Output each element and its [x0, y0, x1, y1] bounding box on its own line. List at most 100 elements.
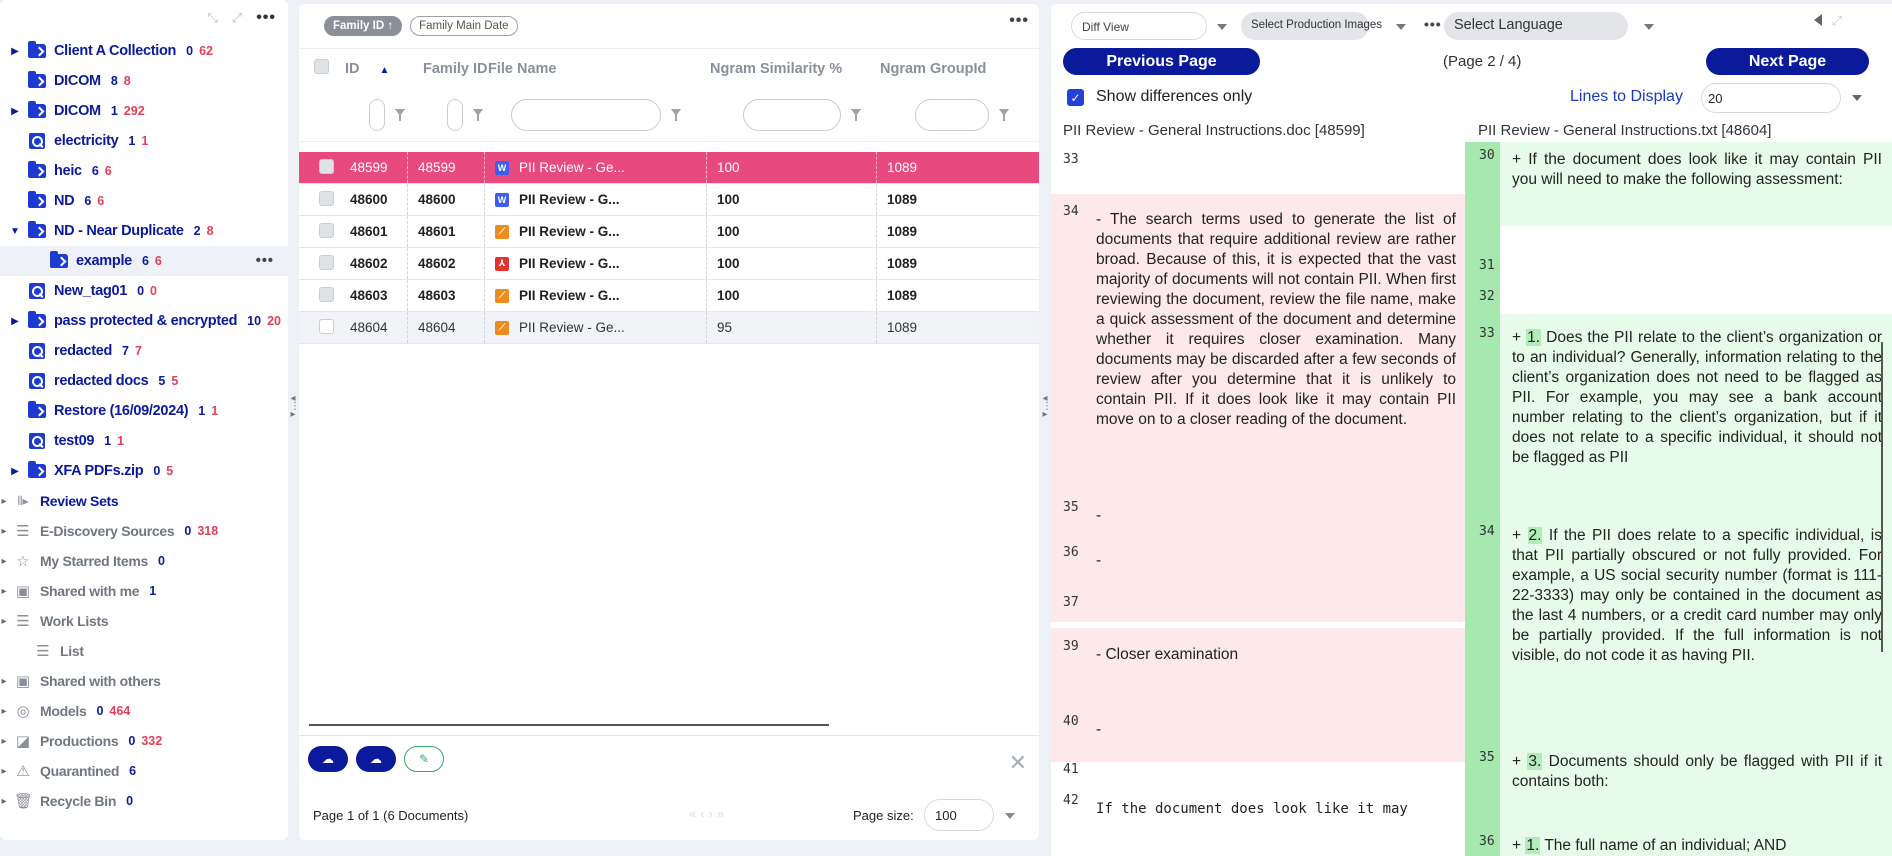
row-checkbox[interactable] [319, 190, 334, 206]
caret-right-icon[interactable]: ▶ [8, 316, 22, 327]
filter-icon[interactable] [851, 109, 861, 121]
sidebar-section[interactable]: ▸ ◎ Models 0 464 [0, 696, 288, 726]
tree-item[interactable]: ▼ ND - Near Duplicate 2 8 [0, 216, 288, 246]
caret-right-icon[interactable]: ▸ [0, 766, 8, 777]
tree-item[interactable]: ▶ DICOM 1 292 [0, 96, 288, 126]
sidebar-section[interactable]: ▸ ◪ Productions 0 332 [0, 726, 288, 756]
caret-right-icon[interactable]: ▸ [0, 556, 8, 567]
previous-page-button[interactable]: Previous Page [1063, 48, 1260, 75]
filter-icon[interactable] [395, 109, 405, 121]
table-row[interactable]: 48599 48599 W PII Review - Ge... 100 1089 [299, 152, 1039, 184]
tree-item[interactable]: test09 1 1 [0, 426, 288, 456]
collapse-panel-icon[interactable] [1814, 14, 1822, 26]
page-size-select[interactable]: 100 [924, 799, 994, 831]
select-all-checkbox[interactable] [314, 59, 329, 74]
next-page-button[interactable]: Next Page [1706, 48, 1869, 75]
file-name-filter-input[interactable] [511, 98, 661, 131]
groupid-filter-input[interactable] [915, 98, 989, 131]
chevron-down-icon[interactable] [1005, 813, 1015, 819]
tree-item[interactable]: ▶ XFA PDFs.zip 0 5 [0, 456, 288, 486]
tree-item[interactable]: redacted docs 5 5 [0, 366, 288, 396]
caret-right-icon[interactable]: ▸ [0, 526, 8, 537]
language-select[interactable]: Select Language [1444, 12, 1628, 40]
sidebar-section[interactable]: ▸ ☆ My Starred Items 0 [0, 546, 288, 576]
caret-right-icon[interactable]: ▸ [0, 586, 8, 597]
sidebar-section[interactable]: ▸ ☰ E-Discovery Sources 0 318 [0, 516, 288, 546]
table-row[interactable]: 48601 48601 ⟋ PII Review - G... 100 1089 [299, 216, 1039, 248]
vertical-scrollbar[interactable] [1881, 342, 1883, 652]
filter-icon[interactable] [473, 109, 483, 121]
tree-item[interactable]: ▶ Client A Collection 0 62 [0, 36, 288, 66]
grid-more-icon[interactable]: ••• [1009, 12, 1029, 30]
caret-right-icon[interactable]: ▸ [0, 676, 8, 687]
id-filter-input[interactable] [369, 98, 385, 131]
sort-chip-family-main-date[interactable]: Family Main Date [410, 16, 518, 36]
caret-right-icon[interactable]: ▸ [0, 496, 8, 507]
tree-item[interactable]: example 6 6 ••• [0, 246, 288, 276]
caret-down-icon[interactable]: ▼ [8, 226, 22, 237]
tree-item[interactable]: New_tag01 0 0 [0, 276, 288, 306]
caret-right-icon[interactable]: ▶ [8, 46, 22, 57]
viewer-more-icon[interactable]: ••• [1424, 16, 1442, 32]
upload-button[interactable]: ☁ [308, 746, 348, 772]
chevron-down-icon[interactable] [1217, 24, 1227, 30]
tree-item[interactable]: Restore (16/09/2024) 1 1 [0, 396, 288, 426]
filter-icon[interactable] [671, 109, 681, 121]
sidebar-section[interactable]: ▸ ▣ Shared with others [0, 666, 288, 696]
lines-to-display-select[interactable]: 20 [1701, 83, 1841, 113]
sidebar-section[interactable]: ▸ ☰ Work Lists [0, 606, 288, 636]
sidebar-section[interactable]: ▸ ⚠ Quarantined 6 [0, 756, 288, 786]
tree-item[interactable]: DICOM 8 8 [0, 66, 288, 96]
collapse-icon[interactable]: ⤡ [207, 10, 217, 26]
caret-right-icon[interactable]: ▸ [0, 616, 8, 627]
caret-right-icon[interactable]: ▸ [0, 706, 8, 717]
chevron-down-icon[interactable] [1852, 95, 1862, 101]
item-more-icon[interactable]: ••• [256, 253, 274, 269]
expand-icon[interactable]: ⤢ [232, 10, 242, 26]
row-checkbox[interactable] [319, 318, 334, 334]
tree-item[interactable]: redacted 7 7 [0, 336, 288, 366]
tree-item[interactable]: ND 6 6 [0, 186, 288, 216]
row-checkbox[interactable] [319, 254, 334, 270]
column-header-ngram-groupid[interactable]: Ngram GroupId [880, 61, 1020, 77]
splitter-handle[interactable]: ◂ ⋮ ▸ [1042, 394, 1052, 420]
similarity-filter-input[interactable] [743, 98, 841, 131]
column-header-file-name[interactable]: File Name [488, 61, 710, 77]
show-differences-checkbox[interactable]: ✓ [1067, 89, 1084, 106]
close-icon[interactable]: ✕ [1009, 750, 1027, 776]
family-id-filter-input[interactable] [447, 98, 463, 131]
column-header-ngram-similarity[interactable]: Ngram Similarity % [710, 61, 880, 77]
table-row[interactable]: 48604 48604 ⟋ PII Review - Ge... 95 1089 [299, 312, 1039, 344]
horizontal-scrollbar[interactable] [309, 724, 829, 726]
sidebar-section[interactable]: ☰ List [0, 636, 288, 666]
edit-button[interactable]: ✎ [404, 746, 444, 772]
sidebar-section[interactable]: ▸ 🗑 Recycle Bin 0 [0, 786, 288, 816]
caret-right-icon[interactable]: ▶ [8, 106, 22, 117]
table-row[interactable]: 48602 48602 ⅄ PII Review - G... 100 1089 [299, 248, 1039, 280]
sidebar-section[interactable]: ▸ ▣ Shared with me 1 [0, 576, 288, 606]
column-header-family-id[interactable]: Family ID [423, 61, 488, 77]
caret-right-icon[interactable]: ▶ [8, 466, 22, 477]
tree-item[interactable]: electricity 1 1 [0, 126, 288, 156]
table-row[interactable]: 48600 48600 W PII Review - G... 100 1089 [299, 184, 1039, 216]
download-button[interactable]: ☁ [356, 746, 396, 772]
table-row[interactable]: 48603 48603 ⟋ PII Review - G... 100 1089 [299, 280, 1039, 312]
column-header-id[interactable]: ID ▲ [345, 61, 423, 77]
tree-item[interactable]: ▶ pass protected & encrypted 10 20 [0, 306, 288, 336]
row-checkbox[interactable] [319, 286, 334, 302]
caret-right-icon[interactable]: ▸ [0, 796, 8, 807]
pager-nav-icons[interactable]: «‹›» [689, 806, 728, 821]
row-checkbox[interactable] [319, 158, 334, 174]
tree-item[interactable]: heic 6 6 [0, 156, 288, 186]
chevron-down-icon[interactable] [1644, 24, 1654, 30]
view-mode-select[interactable]: Diff View [1071, 12, 1207, 40]
expand-icon[interactable]: ⤢ [1832, 13, 1842, 29]
sort-chip-family-id[interactable]: Family ID ↑ [324, 16, 403, 36]
production-images-select[interactable]: Select Production Images [1241, 12, 1382, 40]
filter-icon[interactable] [999, 109, 1009, 121]
sidebar-section[interactable]: ▸ ⫴▸ Review Sets [0, 486, 288, 516]
row-checkbox[interactable] [319, 222, 334, 238]
splitter-handle[interactable]: ◂ ⋮ ▸ [290, 394, 300, 420]
sidebar-more-icon[interactable]: ••• [256, 9, 276, 27]
chevron-down-icon[interactable] [1396, 24, 1406, 30]
